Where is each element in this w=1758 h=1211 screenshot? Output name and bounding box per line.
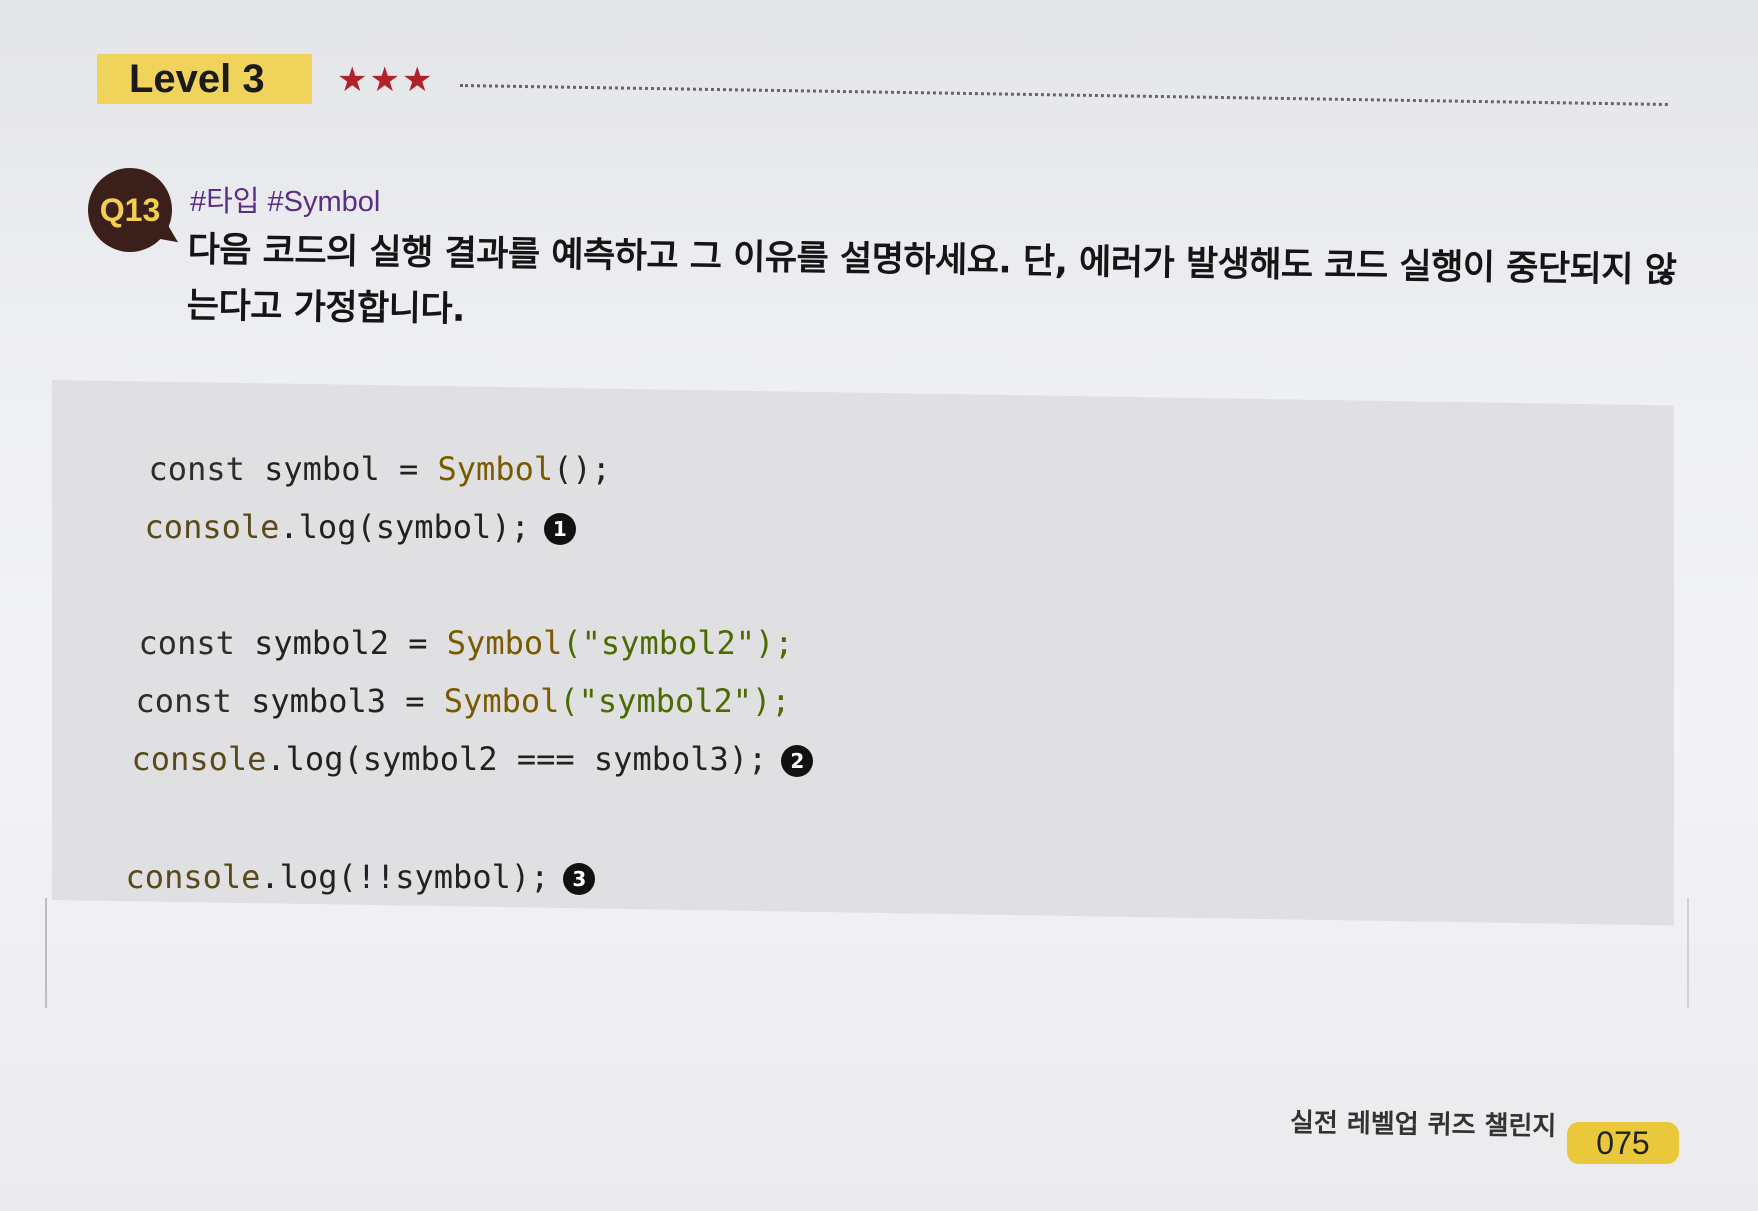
code-text: .log(symbol);	[279, 508, 530, 546]
page-number: 075	[1596, 1124, 1650, 1161]
level-label: Level 3	[129, 56, 265, 101]
question-number: Q13	[99, 191, 161, 228]
header-divider	[459, 84, 1668, 106]
page-number-badge: 075	[1567, 1122, 1679, 1164]
marker-1: 1	[543, 513, 576, 545]
question-number-badge: Q13	[88, 168, 172, 252]
code-line-6: console.log(!!symbol); 3	[87, 820, 596, 896]
code-line-5: console.log(symbol2 === symbol3); 2	[93, 702, 814, 778]
difficulty-stars: ★★★	[337, 60, 435, 100]
code-function: console	[131, 740, 267, 778]
question-tags: #타입 #Symbol	[190, 186, 381, 218]
marker-2: 2	[781, 745, 814, 777]
book-title: 실전 레벨업 퀴즈 챌린지	[1289, 1108, 1557, 1142]
level-badge: Level 3	[97, 54, 312, 104]
code-text: .log(symbol2 === symbol3);	[266, 740, 768, 778]
code-text: .log(!!symbol);	[260, 858, 550, 896]
marker-3: 3	[563, 863, 596, 895]
code-block-frame	[45, 898, 1689, 1008]
question-text: 다음 코드의 실행 결과를 예측하고 그 이유를 설명하세요. 단, 에러가 발…	[186, 229, 1677, 330]
code-function: console	[125, 858, 261, 896]
code-line-2: console.log(symbol); 1	[106, 470, 576, 546]
code-function: console	[144, 508, 280, 546]
